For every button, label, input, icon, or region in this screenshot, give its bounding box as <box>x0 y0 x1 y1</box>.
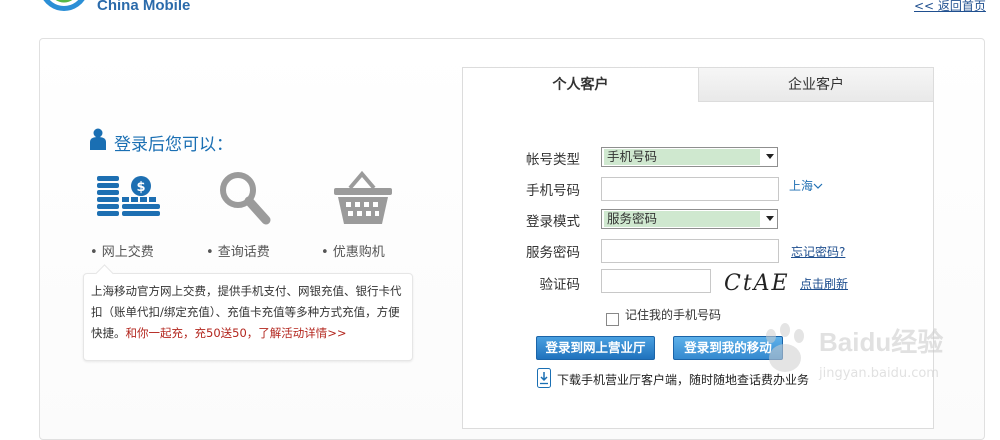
account-type-value: 手机号码 <box>604 149 760 165</box>
remember-checkbox[interactable] <box>606 313 619 326</box>
login-online-hall-button[interactable]: 登录到网上营业厅 <box>536 336 655 360</box>
download-client-link[interactable]: 下载手机营业厅客户端，随时随地查话费办业务 <box>557 371 809 388</box>
account-type-select[interactable]: 手机号码 <box>601 147 778 167</box>
account-type-label: 帐号类型 <box>526 152 580 168</box>
refresh-captcha-link[interactable]: 点击刷新 <box>800 275 848 292</box>
password-label: 服务密码 <box>526 245 580 261</box>
login-my-mobile-button[interactable]: 登录到我的移动 <box>673 336 783 360</box>
chevron-down-icon <box>766 216 774 221</box>
region-label: 上海 <box>789 179 814 193</box>
tab-personal[interactable]: 个人客户 <box>463 68 698 102</box>
captcha-text: CtAE <box>724 271 790 296</box>
china-mobile-logo-icon <box>43 0 85 11</box>
svg-text:$: $ <box>136 180 145 195</box>
captcha-input[interactable] <box>601 269 711 293</box>
phone-input[interactable] <box>601 177 779 201</box>
phone-download-icon[interactable] <box>537 368 551 388</box>
feature-label-buy: • 优惠购机 <box>321 245 385 260</box>
login-mode-label: 登录模式 <box>526 214 580 230</box>
chevron-down-icon <box>766 154 774 159</box>
login-mode-value: 服务密码 <box>604 211 760 227</box>
feature-label-pay: • 网上交费 <box>90 245 154 260</box>
promo-title: 登录后您可以： <box>114 135 233 155</box>
coins-dollar-icon: $ <box>97 176 160 216</box>
phone-label: 手机号码 <box>526 183 580 199</box>
tab-enterprise[interactable]: 企业客户 <box>698 68 933 102</box>
feature-label-query: • 查询话费 <box>206 245 270 260</box>
remember-label: 记住我的手机号码 <box>625 308 722 322</box>
forgot-password-link[interactable]: 忘记密码? <box>791 243 845 260</box>
password-input[interactable] <box>601 239 779 263</box>
shopping-basket-icon <box>334 170 392 224</box>
captcha-label: 验证码 <box>539 277 581 293</box>
promo-activity-link[interactable]: 和你一起充，充50送50，了解活动详情>> <box>126 326 347 340</box>
login-mode-select[interactable]: 服务密码 <box>601 209 778 229</box>
logo-text: China Mobile <box>97 0 191 14</box>
magnifier-icon <box>220 172 271 225</box>
back-home-link[interactable]: << 返回首页 <box>914 0 986 14</box>
promo-info-box: 上海移动官方网上交费，提供手机支付、网银充值、银行卡代扣（账单代扣/绑定充值）、… <box>83 264 413 361</box>
promo-info-text: 上海移动官方网上交费，提供手机支付、网银充值、银行卡代扣（账单代扣/绑定充值）、… <box>91 281 407 344</box>
captcha-image[interactable]: CtAE <box>718 267 794 297</box>
region-selector[interactable]: 上海 <box>789 177 823 194</box>
user-icon <box>90 128 106 150</box>
chevron-down-icon <box>813 183 823 189</box>
